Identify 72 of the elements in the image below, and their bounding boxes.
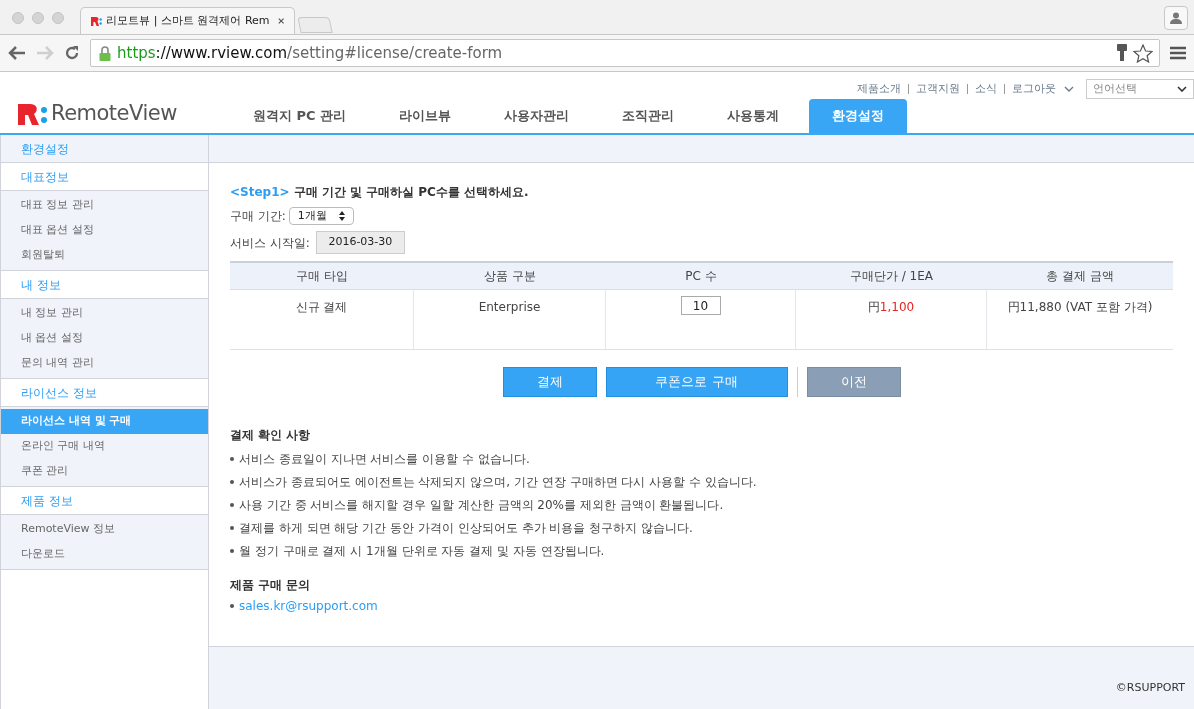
browser-tab[interactable]: 리모트뷰 | 스마트 원격제어 Rem [80, 7, 295, 34]
sidebar-item[interactable]: 대표 정보 관리 [1, 193, 208, 218]
note-text: 사용 기간 중 서비스를 해지할 경우 일할 계산한 금액의 20%를 제외한 금액이 환불됩니다. [239, 496, 724, 514]
nav-tab[interactable]: 사용자관리 [481, 99, 593, 133]
nav-tab[interactable]: 조직관리 [599, 99, 698, 133]
column-header: 상품 구분 [414, 263, 606, 290]
bullet-icon [230, 479, 234, 484]
step-label: <Step1> [230, 184, 290, 201]
bullet-icon [230, 502, 234, 507]
email-link[interactable]: sales.kr@rsupport.com [239, 596, 378, 615]
unit-price: 1,100 [879, 299, 915, 316]
logo-icon [18, 103, 48, 125]
top-link[interactable]: 고객지원 [916, 80, 960, 98]
logo-text: RemoteView [51, 100, 177, 128]
key-icon[interactable] [1117, 44, 1127, 62]
sidebar-item[interactable]: 쿠폰 관리 [1, 459, 208, 484]
sidebar-item[interactable]: 대표 옵션 설정 [1, 218, 208, 243]
column-header: PC 수 [606, 263, 796, 290]
bullet-icon [230, 456, 234, 461]
period-label: 구매 기간: [230, 208, 286, 225]
nav-tab[interactable]: 사용통계 [704, 99, 803, 133]
note-text: 결제를 하게 되면 해당 기간 동안 가격이 인상되어도 추가 비용을 청구하지 않습니다. [239, 519, 693, 537]
chevron-down-icon [1177, 86, 1187, 92]
reload-icon[interactable] [64, 45, 80, 61]
column-header: 구매 타입 [230, 263, 414, 290]
note-text: 서비스 종료일이 지나면 서비스를 이용할 수 없습니다. [239, 450, 530, 468]
nav-tab[interactable]: 원격지 PC 관리 [230, 99, 370, 133]
sidebar-item[interactable]: RemoteView 정보 [1, 517, 208, 542]
favicon-icon [91, 15, 103, 27]
start-date-field[interactable]: 2016-03-30 [315, 231, 405, 254]
period-select[interactable]: 1개월 [288, 207, 354, 225]
url-text: https://www.rview.com/setting#license/create-form [117, 42, 503, 64]
currency-symbol: 円 [867, 299, 880, 316]
sidebar-item[interactable]: 내 옵션 설정 [1, 326, 208, 351]
top-link[interactable]: 로그아웃 [1012, 80, 1056, 98]
close-icon[interactable] [277, 17, 284, 25]
note-text: 월 정기 구매로 결제 시 1개월 단위로 자동 결제 및 자동 연장됩니다. [239, 542, 605, 560]
contact-title: 제품 구매 문의 [230, 577, 312, 594]
sidebar-title: 환경설정 [1, 135, 208, 163]
nav-tab[interactable]: 라이브뷰 [376, 99, 475, 133]
sidebar-item[interactable]: 다운로드 [1, 542, 208, 567]
notes-title: 결제 확인 사항 [230, 427, 312, 444]
sidebar-item[interactable]: 온라인 구매 내역 [1, 434, 208, 459]
column-header: 구매단가 / 1EA [796, 263, 987, 290]
note-text: 서비스가 종료되어도 에이전트는 삭제되지 않으며, 기간 연장 구매하면 다시 사용할 수 있습니다. [239, 473, 757, 491]
sidebar-item[interactable]: 내 정보 관리 [1, 301, 208, 326]
back-icon[interactable] [8, 46, 26, 60]
person-icon [1170, 12, 1182, 24]
start-date-label: 서비스 시작일: [230, 234, 310, 252]
profile-button[interactable] [1164, 6, 1188, 30]
sidebar-item[interactable]: 문의 내역 관리 [1, 351, 208, 376]
tab-title: 리모트뷰 | 스마트 원격제어 Rem [106, 12, 270, 29]
column-header: 총 결제 금액 [987, 263, 1173, 290]
table-cell-text: 円11,880 (VAT 포함 가격) [1006, 299, 1154, 316]
address-bar[interactable]: https://www.rview.com/setting#license/create-form [90, 39, 1160, 67]
top-link[interactable]: 제품소개 [857, 80, 901, 98]
table-cell: Enterprise [414, 290, 606, 349]
pc-count-field[interactable]: 10 [680, 296, 721, 315]
bullet-icon [230, 525, 234, 530]
language-select[interactable]: 언어선택 [1086, 79, 1194, 99]
lock-icon [99, 45, 111, 61]
stepper-icon [338, 211, 345, 221]
bullet-icon [230, 603, 234, 608]
bullet-icon [230, 548, 234, 553]
top-link[interactable]: 소식 [975, 80, 997, 98]
menu-icon[interactable] [1170, 46, 1186, 60]
chevron-down-icon[interactable] [1064, 86, 1074, 92]
table-cell: 신규 결제 [230, 290, 414, 349]
copyright-text: ©RSUPPORT [1115, 679, 1185, 696]
step-instruction: 구매 기간 및 구매하실 PC수를 선택하세요. [293, 184, 529, 201]
sidebar-item[interactable]: 회원탈퇴 [1, 243, 208, 268]
star-icon[interactable] [1133, 43, 1153, 63]
